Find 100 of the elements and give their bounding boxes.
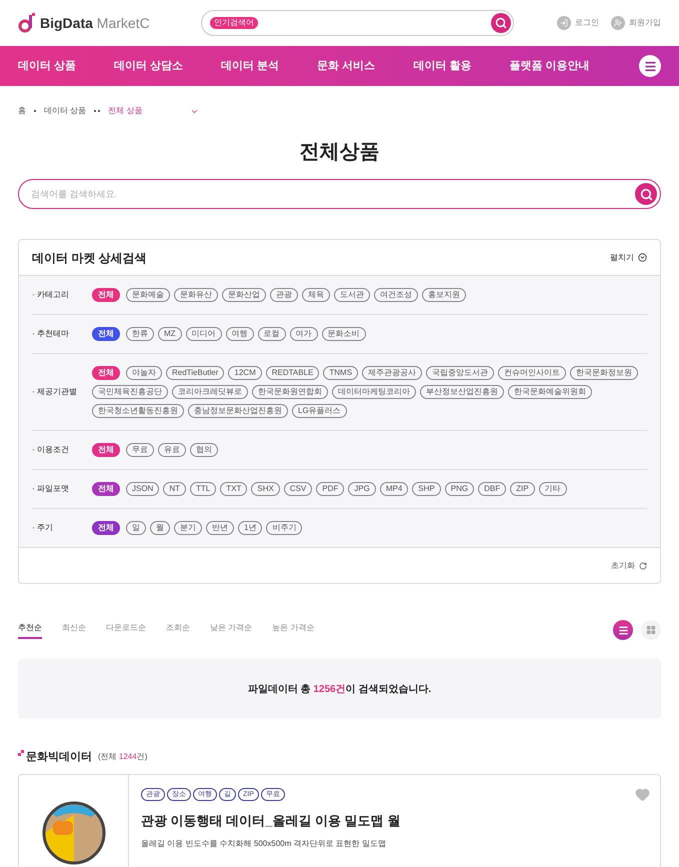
filter-chip[interactable]: JPG — [348, 482, 376, 496]
grid-icon — [646, 625, 656, 635]
filter-chip[interactable]: 컨슈머인사이트 — [498, 366, 566, 380]
filter-chip[interactable]: 코리아크레딧뷰로 — [172, 385, 248, 399]
filter-chip[interactable]: 기타 — [538, 482, 567, 496]
filter-chip[interactable]: DBF — [478, 482, 506, 496]
nav-item[interactable]: 플랫폼 이용안내 — [509, 58, 590, 74]
filter-chip[interactable]: 전체 — [92, 366, 120, 380]
filter-chip[interactable]: 무료 — [126, 443, 154, 457]
filter-chip[interactable]: 국민체육진흥공단 — [92, 385, 168, 399]
filter-chip[interactable]: SHP — [412, 482, 441, 496]
filter-chip[interactable]: 한류 — [126, 327, 154, 341]
filter-chip[interactable]: 분기 — [174, 521, 202, 535]
card-title[interactable]: 관광 이동행태 데이터_올레길 이용 밀도맵 월 — [141, 810, 648, 830]
filter-chip[interactable]: 관광 — [270, 288, 298, 302]
filter-chip[interactable]: PDF — [316, 482, 344, 496]
filter-chip[interactable]: 여행 — [226, 327, 254, 341]
sort-tab[interactable]: 조회순 — [166, 622, 190, 638]
sort-tab[interactable]: 최신순 — [62, 622, 86, 638]
filter-chip[interactable]: 월 — [150, 521, 170, 535]
nav-item[interactable]: 데이터 분석 — [221, 58, 280, 74]
filter-chip[interactable]: 한국문화원연합회 — [252, 385, 328, 399]
filter-chip[interactable]: 한국문화정보원 — [570, 366, 638, 380]
filter-chip[interactable]: 협의 — [190, 443, 218, 457]
filter-chip[interactable]: 제주관광공사 — [362, 366, 422, 380]
logo-text[interactable]: BigData MarketC — [40, 12, 150, 34]
filter-chip[interactable]: 전체 — [92, 521, 120, 535]
filter-chip[interactable]: 전체 — [92, 443, 120, 457]
search-field[interactable]: 검색어를 검색하세요. — [18, 179, 661, 209]
nav-item[interactable]: 데이터 상담소 — [114, 58, 184, 74]
filter-chip[interactable]: 비주기 — [266, 521, 302, 535]
filter-chip[interactable]: 유료 — [158, 443, 186, 457]
list-icon — [618, 624, 628, 636]
signup-link[interactable]: 회원가입 — [611, 16, 661, 30]
search-button[interactable] — [491, 13, 511, 33]
nav-item[interactable]: 데이터 상품 — [18, 58, 76, 74]
filter-chip[interactable]: 1년 — [238, 521, 262, 535]
filter-chip[interactable]: 문화예술 — [126, 288, 170, 302]
filter-chip[interactable]: 야놀자 — [126, 366, 162, 380]
sort-tab[interactable]: 다운로드순 — [106, 622, 146, 638]
filter-chip[interactable]: 국립중앙도서관 — [426, 366, 494, 380]
search-field[interactable]: 인기검색어 — [201, 10, 514, 36]
filter-chip[interactable]: 한국청소년활동진흥원 — [92, 404, 184, 418]
nav-item[interactable]: 문화 서비스 — [317, 58, 376, 74]
filter-chip[interactable]: 한국문화예술위원회 — [508, 385, 592, 399]
filter-chip[interactable]: 문화유산 — [174, 288, 218, 302]
filter-chip[interactable]: PNG — [444, 482, 474, 496]
bullet-icon — [18, 750, 24, 756]
search-icon — [640, 188, 652, 200]
filter-chip[interactable]: TNMS — [323, 366, 358, 380]
reset-button[interactable]: 초기화 — [611, 560, 647, 572]
filter-chip[interactable]: 일 — [126, 521, 146, 535]
filter-chip[interactable]: NT — [163, 482, 186, 496]
filter-chip[interactable]: ZIP — [510, 482, 535, 496]
section-title: 문화빅데이터 — [26, 750, 92, 765]
filter-chip[interactable]: 체육 — [302, 288, 330, 302]
filter-chip[interactable]: 충남정보문화산업진흥원 — [188, 404, 288, 418]
login-link[interactable]: 로그인 — [557, 16, 599, 30]
filter-chip[interactable]: SHX — [251, 482, 280, 496]
breadcrumb-link[interactable]: 전체 상품 — [108, 105, 142, 117]
filter-chip[interactable]: REDTABLE — [266, 366, 320, 380]
sort-tab[interactable]: 추천순 — [18, 622, 42, 638]
page-title: 전체상품 — [298, 140, 380, 165]
section-count: (전체 1244건) — [98, 751, 148, 764]
logo-icon — [18, 13, 36, 33]
menu-button[interactable] — [639, 55, 661, 77]
filter-chip[interactable]: 전체 — [92, 288, 120, 302]
filter-chip[interactable]: RedTieButler — [166, 366, 224, 380]
filter-chip[interactable]: 홍보지원 — [422, 288, 466, 302]
sort-tab[interactable]: 높은 가격순 — [272, 622, 314, 638]
filter-chip[interactable]: 부산정보산업진흥원 — [420, 385, 504, 399]
filter-chip[interactable]: TXT — [220, 482, 248, 496]
breadcrumb-link[interactable]: 홈 — [18, 105, 26, 117]
filter-chip[interactable]: TTL — [190, 482, 216, 496]
filter-chip[interactable]: 로컬 — [258, 327, 286, 341]
filter-chip[interactable]: LG유플러스 — [292, 404, 347, 418]
filter-chip[interactable]: MP4 — [380, 482, 408, 496]
breadcrumb-link[interactable]: 데이터 상품 — [44, 105, 86, 117]
sort-tab[interactable]: 낮은 가격순 — [210, 622, 252, 638]
panel-title: 데이터 마켓 상세검색 — [32, 250, 147, 266]
filter-chip[interactable]: MZ — [158, 327, 182, 341]
filter-chip[interactable]: 문화산업 — [222, 288, 266, 302]
filter-chip[interactable]: 전체 — [92, 327, 120, 341]
filter-chip[interactable]: 여건조성 — [374, 288, 418, 302]
nav-item[interactable]: 데이터 활용 — [413, 58, 472, 74]
search-icon — [495, 17, 507, 29]
filter-chip[interactable]: 데이터마케팅코리아 — [332, 385, 416, 399]
filter-chip[interactable]: 전체 — [92, 482, 120, 496]
filter-chip[interactable]: 도서관 — [334, 288, 370, 302]
filter-chip[interactable]: 문화소비 — [322, 327, 366, 341]
filter-chip[interactable]: 여가 — [290, 327, 318, 341]
list-view-button[interactable] — [613, 620, 633, 640]
expand-button[interactable]: 펼치기 — [610, 252, 647, 264]
filter-chip[interactable]: 미디어 — [186, 327, 222, 341]
result-count-text: 파일데이터 총 1256건이 검색되었습니다. — [248, 682, 432, 696]
login-icon — [560, 19, 568, 27]
filter-chip[interactable]: CSV — [284, 482, 312, 496]
filter-chip[interactable]: 반년 — [206, 521, 234, 535]
filter-chip[interactable]: 12CM — [228, 366, 262, 380]
filter-chip[interactable]: JSON — [126, 482, 160, 496]
